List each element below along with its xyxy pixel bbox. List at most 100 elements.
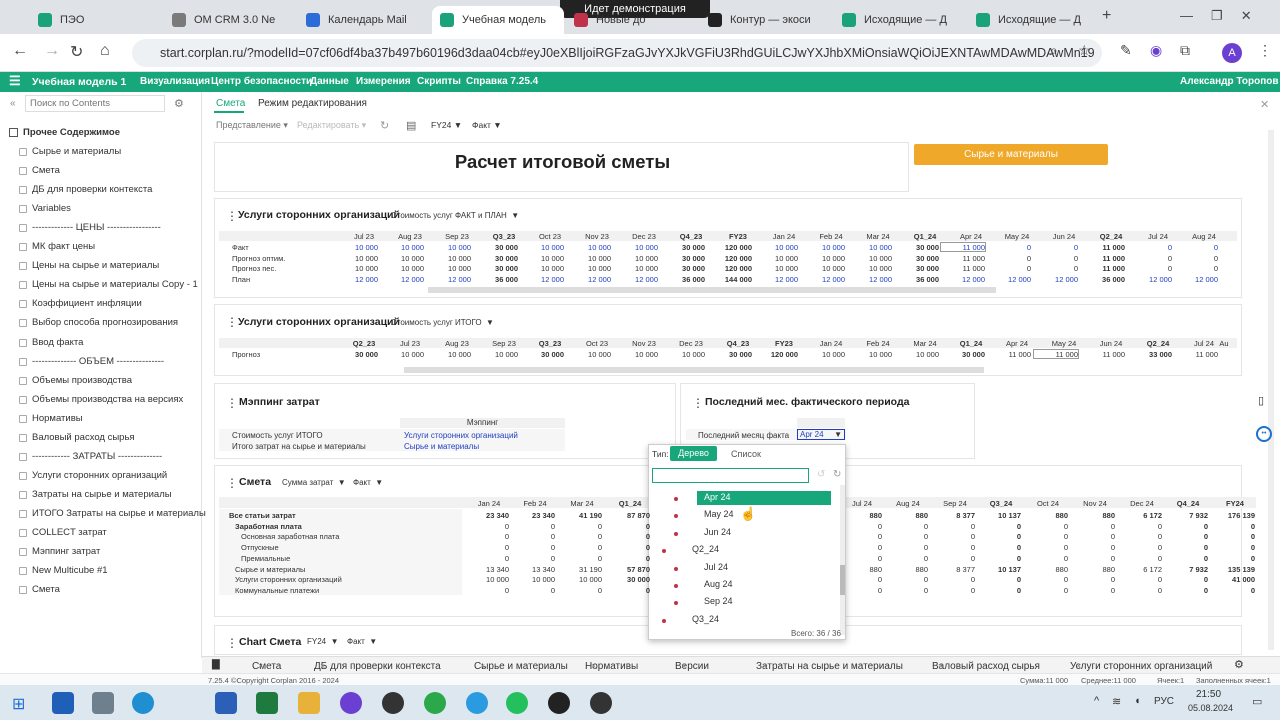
grid-cell[interactable]: 0: [977, 543, 1021, 552]
period-selector[interactable]: FY24 ▼: [307, 637, 339, 646]
grid-cell[interactable]: 0: [884, 543, 928, 552]
selected-cell-outline[interactable]: [940, 242, 986, 252]
grid-cell[interactable]: 12 000: [754, 275, 798, 284]
clock-time[interactable]: 21:50: [1196, 689, 1221, 700]
grid-cell[interactable]: 12 000: [427, 275, 471, 284]
grid-cell[interactable]: 0: [1024, 522, 1068, 531]
grid-cell[interactable]: 10 000: [754, 264, 798, 273]
wifi-icon[interactable]: ≋: [1112, 695, 1121, 708]
grid-cell[interactable]: 120 000: [708, 254, 752, 263]
grid-cell[interactable]: 0: [1071, 575, 1115, 584]
grid-cell[interactable]: 0: [838, 543, 882, 552]
grid-cell[interactable]: 10 000: [614, 243, 658, 252]
grid-cell[interactable]: 0: [1211, 554, 1255, 563]
grid-cell[interactable]: 0: [558, 522, 602, 531]
grid-cell[interactable]: 10 000: [380, 243, 424, 252]
grid-cell[interactable]: 0: [1034, 254, 1078, 263]
grid-cell[interactable]: 0: [1118, 532, 1162, 541]
last-month-select[interactable]: Apr 24 ▼: [797, 429, 845, 440]
tree-item[interactable]: Q2_24: [692, 544, 719, 554]
grid-cell[interactable]: 30 000: [661, 254, 705, 263]
grid-cell[interactable]: 0: [1164, 543, 1208, 552]
sidebar-item[interactable]: Объемы производства: [32, 375, 132, 386]
grid-cell[interactable]: 0: [465, 543, 509, 552]
grid-cell[interactable]: 30 000: [895, 243, 939, 252]
grid-cell[interactable]: 11 000: [1081, 254, 1125, 263]
sidebar-item[interactable]: COLLECT затрат: [32, 527, 107, 538]
grid-cell[interactable]: 0: [465, 522, 509, 531]
grid-cell[interactable]: 0: [1024, 575, 1068, 584]
menu-scripts[interactable]: Скрипты: [417, 76, 461, 87]
grid-cell[interactable]: 10 000: [614, 264, 658, 273]
sidebar-item[interactable]: ------------- ЦЕНЫ -----------------: [32, 222, 161, 233]
grid-cell[interactable]: 880: [1024, 511, 1068, 520]
close-icon[interactable]: ×: [938, 661, 943, 671]
grid-cell[interactable]: 30 000: [474, 254, 518, 263]
grid-cell[interactable]: 30 000: [941, 350, 985, 359]
grid-cell[interactable]: 0: [838, 586, 882, 595]
grid-cell[interactable]: 0: [931, 522, 975, 531]
grid-cell[interactable]: 6 172: [1118, 511, 1162, 520]
contents-search-input[interactable]: [25, 95, 165, 112]
grid-cell[interactable]: 0: [838, 575, 882, 584]
grid-cell[interactable]: 10 000: [567, 243, 611, 252]
browser-tab[interactable]: Исходящие — Д: [968, 6, 1100, 34]
grid-cell[interactable]: 0: [977, 554, 1021, 563]
grid-cell[interactable]: 0: [606, 543, 650, 552]
calculator-icon[interactable]: [92, 692, 114, 714]
block-menu-icon[interactable]: ⋮: [226, 209, 238, 223]
sidebar-item[interactable]: Нормативы: [32, 413, 83, 424]
sidebar-item[interactable]: New Multicube #1: [32, 565, 108, 576]
grid-cell[interactable]: 30 000: [334, 350, 378, 359]
grid-cell[interactable]: 10 000: [520, 254, 564, 263]
version-selector[interactable]: Факт ▼: [347, 637, 377, 646]
grid-cell[interactable]: 10 000: [614, 254, 658, 263]
sidebar-item[interactable]: Мэппинг затрат: [32, 546, 100, 557]
grid-cell[interactable]: 6 172: [1118, 565, 1162, 574]
grid-cell[interactable]: 10 000: [895, 350, 939, 359]
grid-cell[interactable]: 880: [1071, 511, 1115, 520]
reload-icon[interactable]: ↻: [70, 42, 83, 62]
grid-cell[interactable]: 880: [838, 565, 882, 574]
collapse-sidebar-icon[interactable]: «: [10, 98, 16, 109]
tree-item[interactable]: Q3_24: [692, 614, 719, 624]
selected-cell-outline[interactable]: [1033, 349, 1079, 359]
back-icon[interactable]: ←: [12, 42, 28, 60]
windows-start-icon[interactable]: ⊞: [12, 694, 25, 714]
grid-cell[interactable]: 12 000: [987, 275, 1031, 284]
grid-cell[interactable]: 0: [1164, 575, 1208, 584]
grid-cell[interactable]: 10 000: [427, 350, 471, 359]
grid-cell[interactable]: 0: [1024, 554, 1068, 563]
grid-cell[interactable]: 0: [977, 532, 1021, 541]
grid-cell[interactable]: 0: [1174, 254, 1218, 263]
grid-cell[interactable]: 12 000: [941, 275, 985, 284]
settings-gear-icon[interactable]: ⚙: [174, 97, 184, 110]
grid-cell[interactable]: 10 000: [380, 264, 424, 273]
sidebar-item[interactable]: Услуги сторонних организаций: [32, 470, 167, 481]
grid-cell[interactable]: 10 000: [427, 254, 471, 263]
block-menu-icon[interactable]: ⋮: [226, 636, 238, 650]
grid-cell[interactable]: 12 000: [567, 275, 611, 284]
grid-cell[interactable]: 30 000: [474, 264, 518, 273]
grid-cell[interactable]: 0: [987, 243, 1031, 252]
grid-cell[interactable]: 10 000: [848, 264, 892, 273]
dashboard-tab[interactable]: Затраты на сырье и материалы ×: [756, 659, 903, 672]
grid-cell[interactable]: 0: [1118, 522, 1162, 531]
version-selector[interactable]: Факт ▼: [472, 120, 502, 130]
more-menu-icon[interactable]: ⋮: [1258, 42, 1272, 59]
sidebar-item[interactable]: Валовый расход сырья: [32, 432, 135, 443]
grid-cell[interactable]: 0: [1071, 543, 1115, 552]
grid-cell[interactable]: 0: [1071, 532, 1115, 541]
grid-cell[interactable]: 41 190: [558, 511, 602, 520]
grid-cell[interactable]: 13 340: [465, 565, 509, 574]
dashboard-tab[interactable]: Смета ×: [252, 659, 281, 672]
menu-security-center[interactable]: Центр безопасности: [211, 76, 312, 87]
grid-cell[interactable]: 0: [884, 532, 928, 541]
sidebar-item[interactable]: Смета: [32, 584, 60, 595]
edge-icon[interactable]: [132, 692, 154, 714]
grid-cell[interactable]: 10 000: [567, 350, 611, 359]
browser-tab[interactable]: Контур — экоси: [700, 6, 832, 34]
grid-cell[interactable]: 0: [931, 586, 975, 595]
grid-cell[interactable]: 10 000: [334, 243, 378, 252]
grid-cell[interactable]: 36 000: [474, 275, 518, 284]
